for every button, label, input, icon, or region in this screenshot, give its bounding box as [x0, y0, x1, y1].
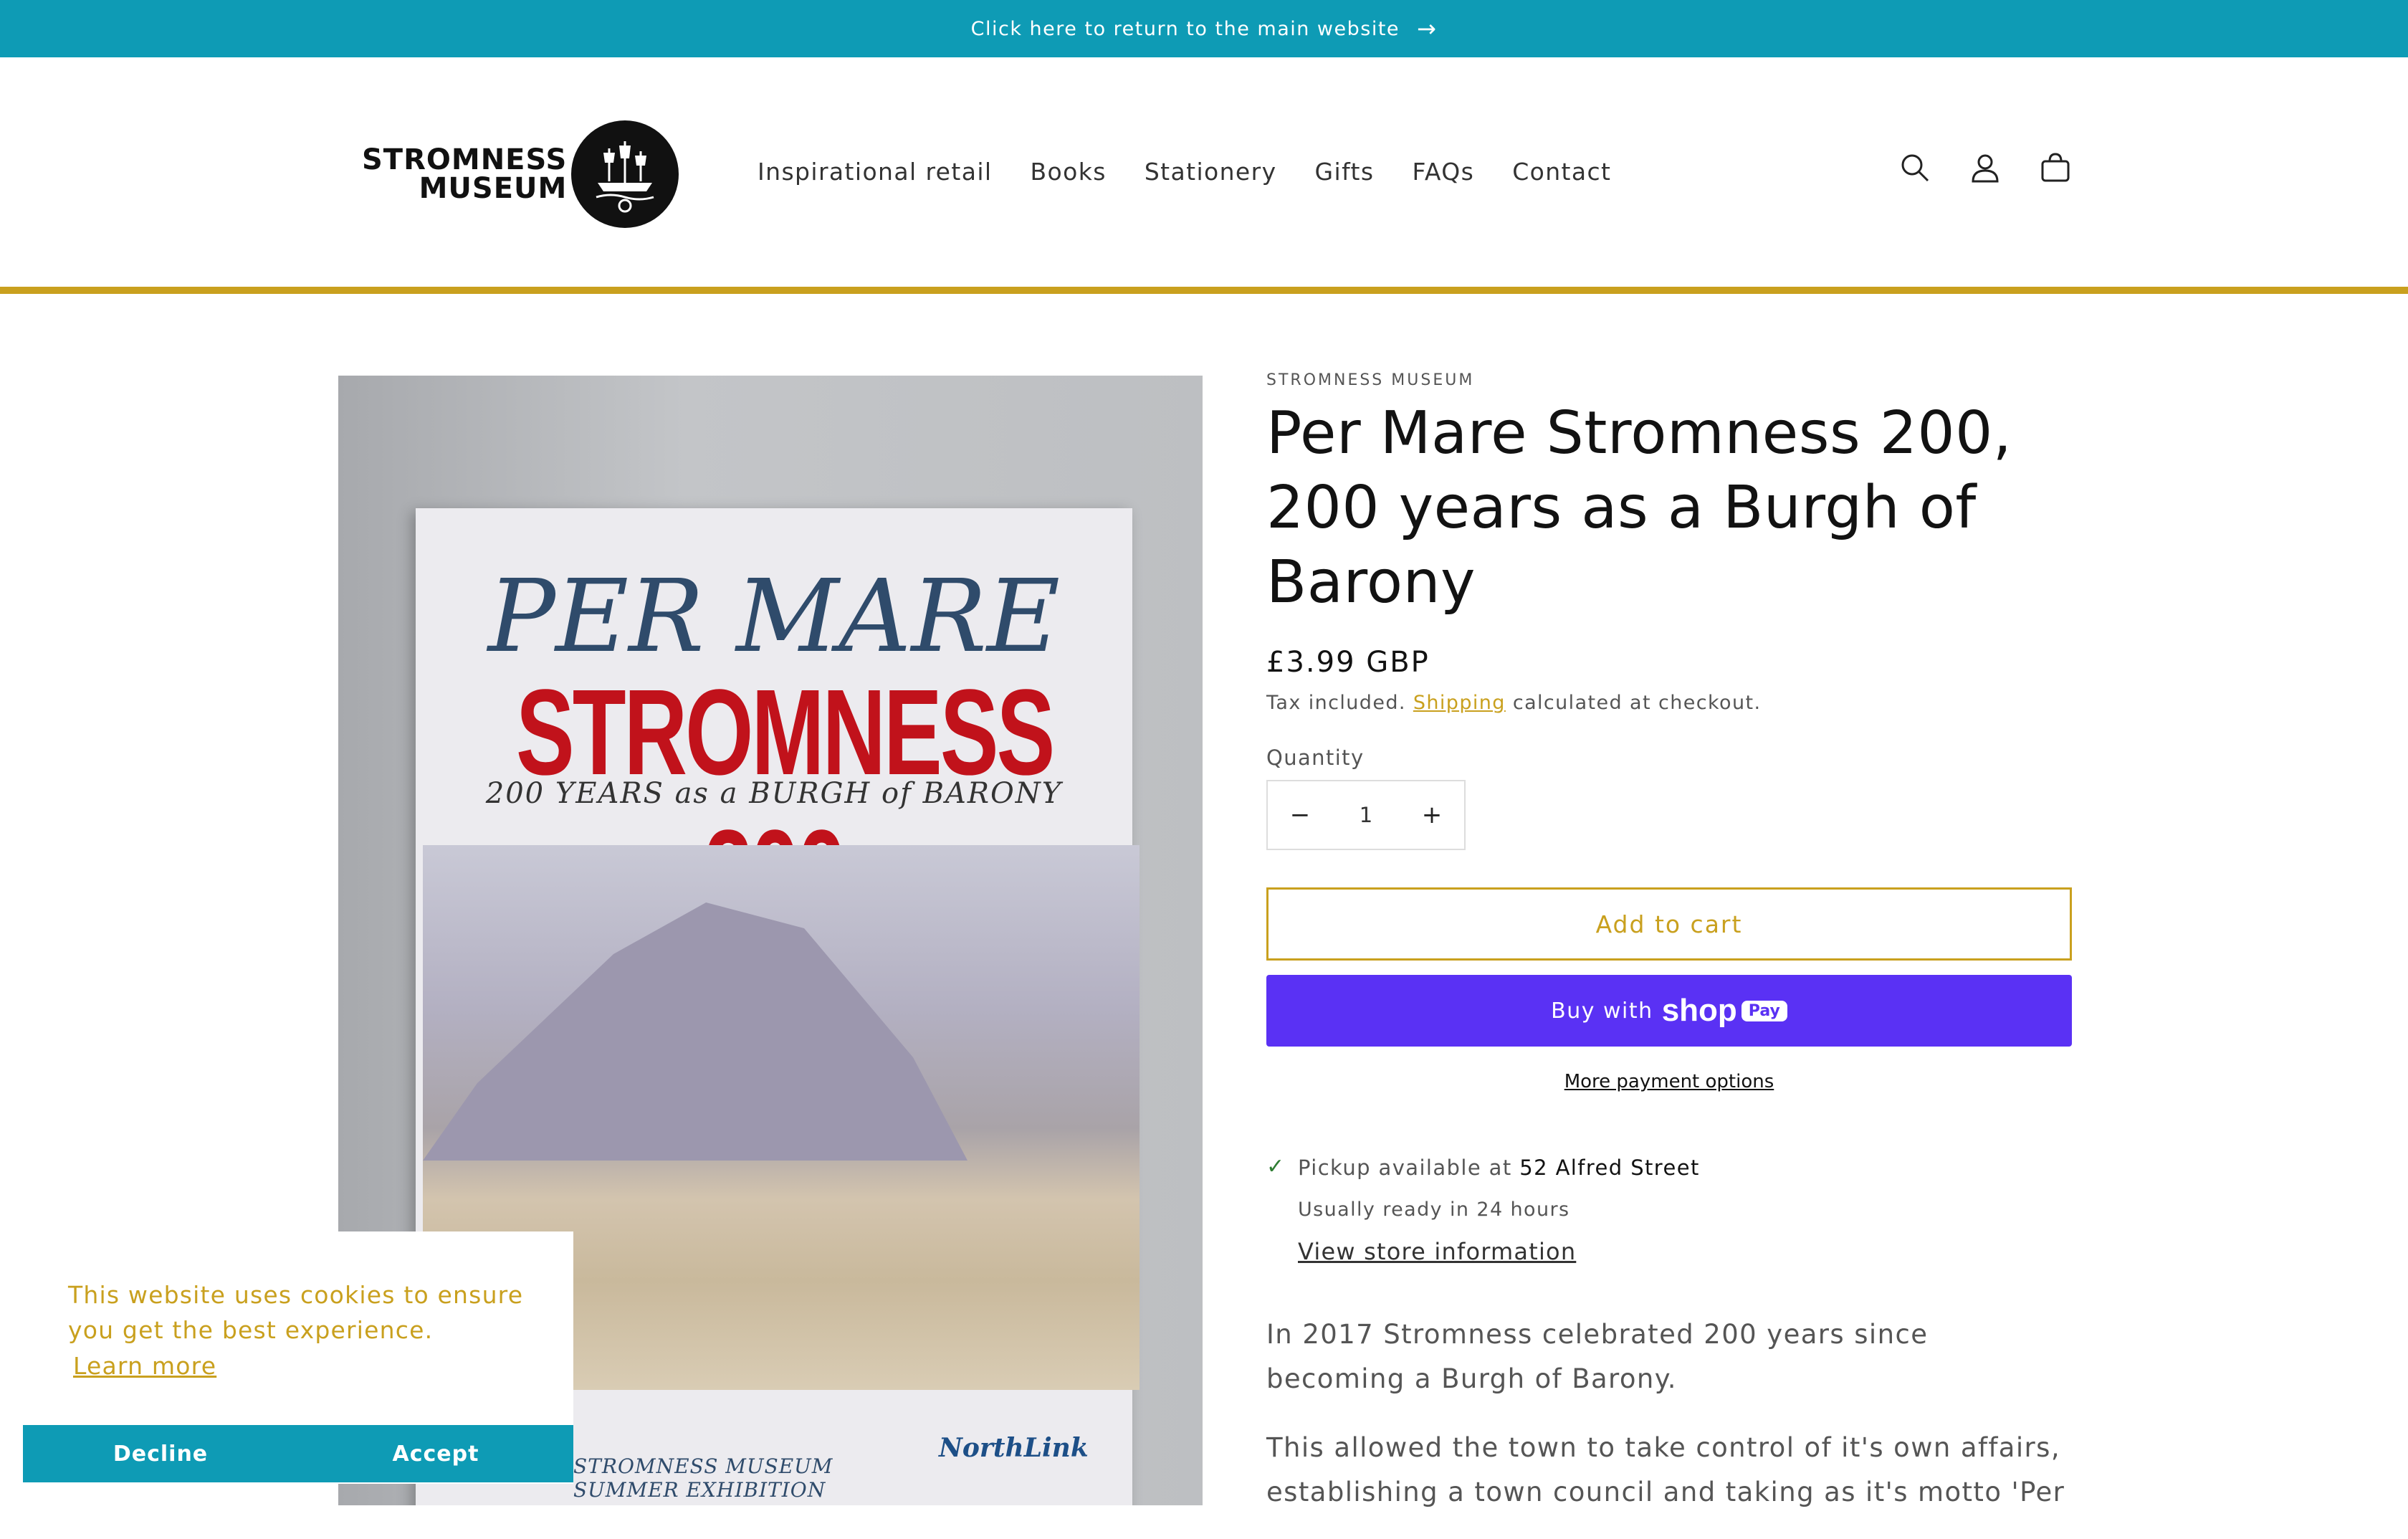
search-icon[interactable]	[1898, 151, 1932, 185]
tax-note: Tax included. Shipping calculated at che…	[1266, 692, 1762, 714]
northlink-logo: NorthLink	[939, 1433, 1089, 1463]
announcement-bar[interactable]: Click here to return to the main website…	[0, 0, 2408, 57]
cookie-accept-button[interactable]: Accept	[298, 1425, 573, 1482]
quantity-label: Quantity	[1266, 745, 1365, 770]
more-payment-options-link[interactable]: More payment options	[1266, 1071, 2072, 1092]
checkmark-icon: ✓	[1266, 1154, 1285, 1179]
cookie-banner: This website uses cookies to ensure you …	[23, 1231, 573, 1484]
account-icon[interactable]	[1968, 151, 2002, 185]
painting-hill	[423, 902, 968, 1161]
cover-footer-text: STROMNESS MUSEUM SUMMER EXHIBITION	[573, 1454, 833, 1502]
cookie-decline-button[interactable]: Decline	[23, 1425, 298, 1482]
nav-faqs[interactable]: FAQs	[1412, 158, 1474, 186]
nav-gifts[interactable]: Gifts	[1315, 158, 1375, 186]
description-paragraph: This allowed the town to take control of…	[1266, 1432, 2065, 1507]
shop-pay-badge: Pay	[1741, 1000, 1787, 1021]
quantity-decrease-button[interactable]: −	[1268, 781, 1332, 849]
description-paragraph: In 2017 Stromness celebrated 200 years s…	[1266, 1319, 1929, 1394]
header-divider	[0, 287, 2408, 294]
site-header: STROMNESS MUSEUM Inspirational retail Bo…	[0, 57, 2408, 287]
quantity-increase-button[interactable]: +	[1400, 781, 1464, 849]
logo-wordmark: STROMNESS MUSEUM	[362, 143, 568, 205]
add-to-cart-button[interactable]: Add to cart	[1266, 887, 2072, 961]
shipping-link[interactable]: Shipping	[1413, 692, 1506, 714]
announcement-text[interactable]: Click here to return to the main website	[971, 18, 1400, 40]
pickup-location-text: Pickup available at 52 Alfred Street	[1298, 1156, 1700, 1180]
nav-contact[interactable]: Contact	[1512, 158, 1611, 186]
quantity-input[interactable]: 1	[1360, 803, 1372, 827]
cover-title-per-mare: PER MARE	[487, 558, 1061, 675]
ship-logo-icon	[571, 120, 679, 228]
nav-stationery[interactable]: Stationery	[1145, 158, 1277, 186]
product-title: Per Mare Stromness 200, 200 years as a B…	[1266, 399, 2012, 616]
shop-pay-button[interactable]: Buy with shop Pay	[1266, 975, 2072, 1047]
main-nav: Inspirational retail Books Stationery Gi…	[758, 158, 1611, 186]
product-vendor: STROMNESS MUSEUM	[1266, 371, 1475, 389]
product-info: STROMNESS MUSEUM Per Mare Stromness 200,…	[1266, 371, 2072, 1539]
cookie-actions: Decline Accept	[23, 1425, 573, 1482]
pickup-ready-text: Usually ready in 24 hours	[1298, 1199, 1570, 1221]
cookie-learn-more-link[interactable]: Learn more	[73, 1352, 216, 1380]
view-store-info-link[interactable]: View store information	[1298, 1238, 1700, 1265]
pickup-availability: ✓ Pickup available at 52 Alfred Street U…	[1266, 1154, 2072, 1265]
header-actions	[1898, 151, 2073, 185]
cover-subtitle: 200 YEARS as a BURGH of BARONY	[485, 777, 1063, 810]
cart-icon[interactable]	[2038, 151, 2073, 185]
site-logo[interactable]: STROMNESS MUSEUM	[362, 120, 679, 228]
cookie-message: This website uses cookies to ensure you …	[68, 1281, 524, 1344]
product-description: In 2017 Stromness celebrated 200 years s…	[1266, 1312, 2072, 1515]
nav-books[interactable]: Books	[1030, 158, 1106, 186]
product-price: £3.99 GBP	[1266, 646, 1430, 679]
quantity-stepper: − 1 +	[1266, 780, 1466, 850]
arrow-right-icon: →	[1417, 15, 1438, 42]
nav-inspirational-retail[interactable]: Inspirational retail	[758, 158, 992, 186]
shop-pay-logo: shop	[1661, 993, 1737, 1028]
